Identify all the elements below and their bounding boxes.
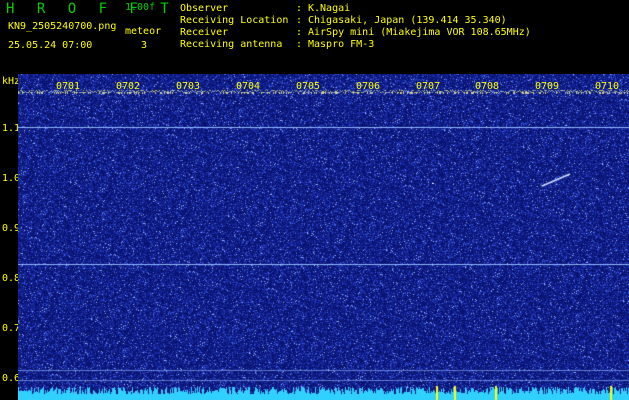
observer-key: Observer	[180, 3, 229, 14]
location-sep: :	[296, 15, 303, 26]
receiver-key: Receiver	[180, 27, 229, 38]
version-label: 1.00f	[125, 2, 156, 13]
observer-sep: :	[296, 3, 303, 14]
timestamp-label: 25.05.24 07:00	[8, 40, 93, 51]
x-tick-label: 0705	[296, 81, 321, 92]
receiver-value: AirSpy mini (Miakejima VOR 108.65MHz)	[308, 27, 531, 38]
antenna-key: Receiving antenna	[180, 39, 283, 50]
observer-value: K.Nagai	[308, 3, 351, 14]
x-tick-label: 0703	[176, 81, 201, 92]
x-tick-label: 0708	[475, 81, 500, 92]
x-tick-label: 0702	[116, 81, 141, 92]
x-tick-label: 0704	[236, 81, 261, 92]
x-tick-label: 0701	[56, 81, 81, 92]
location-value: Chigasaki, Japan (139.414 35.340)	[308, 15, 507, 26]
x-tick-label: 0706	[356, 81, 381, 92]
antenna-value: Maspro FM-3	[308, 39, 375, 50]
header-panel: H R O F F T 1.00f KN9_2505240700.png 25.…	[0, 0, 629, 74]
x-tick-label: 0707	[416, 81, 441, 92]
x-tick-label: 0709	[535, 81, 560, 92]
antenna-sep: :	[296, 39, 303, 50]
location-key: Receiving Location	[180, 15, 289, 26]
filename-label: KN9_2505240700.png	[8, 21, 117, 32]
spectrogram-canvas	[18, 74, 629, 400]
meteor-count: 3	[141, 40, 148, 51]
x-tick-label: 0710	[595, 81, 620, 92]
receiver-sep: :	[296, 27, 303, 38]
meteor-label: meteor	[125, 26, 162, 37]
